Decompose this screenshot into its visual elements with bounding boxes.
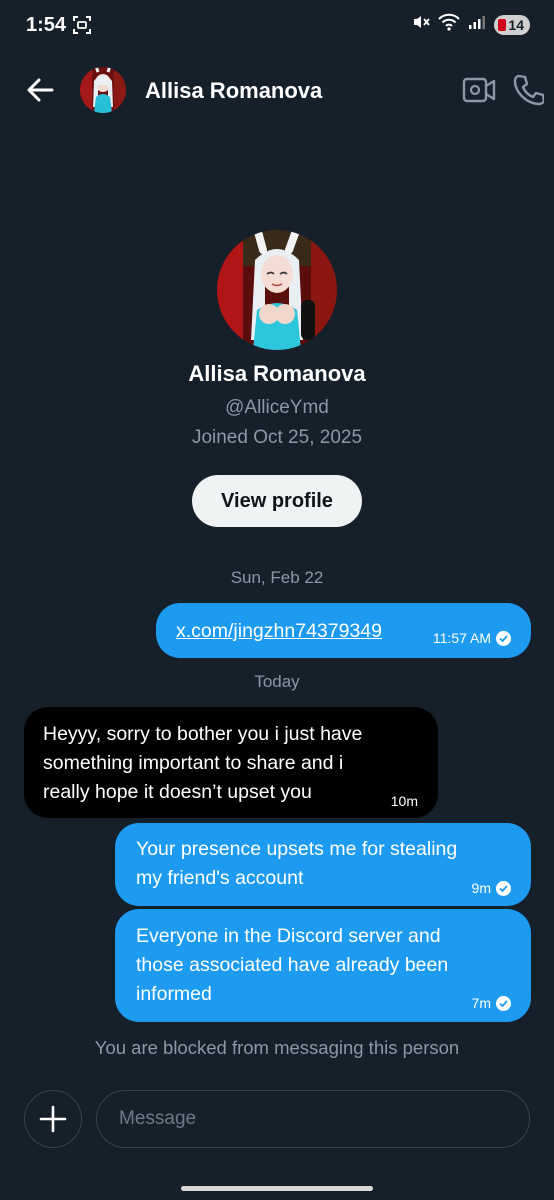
- profile-handle: @AlliceYmd: [225, 397, 329, 418]
- read-check-icon: [496, 881, 511, 896]
- battery-level: 14: [508, 16, 524, 33]
- message-text: Your presence upsets me for stealing my …: [136, 838, 458, 889]
- status-icons: 14: [412, 13, 530, 36]
- profile-avatar[interactable]: [217, 230, 337, 350]
- status-time: 1:54: [26, 14, 67, 36]
- battery-indicator: 14: [494, 14, 530, 35]
- message-text: Everyone in the Discord server and those…: [136, 925, 449, 1005]
- blocked-notice: You are blocked from messaging this pers…: [94, 1037, 460, 1058]
- message-bubble-outgoing[interactable]: Your presence upsets me for stealing my …: [115, 823, 531, 906]
- home-indicator[interactable]: [181, 1186, 373, 1191]
- date-separator-today: Today: [254, 672, 300, 691]
- signal-icon: [468, 14, 486, 35]
- message-bubble-outgoing[interactable]: Everyone in the Discord server and those…: [115, 909, 531, 1022]
- message-text: Heyyy, sorry to bother you i just have s…: [43, 723, 363, 803]
- plus-icon: [39, 1105, 67, 1133]
- battery-low-icon: [498, 18, 507, 31]
- screen-capture-icon: [72, 15, 92, 35]
- message-timestamp: 11:57 AM: [433, 624, 511, 653]
- back-arrow-icon[interactable]: [24, 74, 56, 106]
- profile-joined-date: Joined Oct 25, 2025: [191, 427, 363, 448]
- view-profile-button[interactable]: View profile: [192, 475, 362, 527]
- phone-call-icon[interactable]: [512, 73, 546, 107]
- status-bar: 1:54 14: [0, 0, 554, 52]
- read-check-icon: [496, 996, 511, 1011]
- message-timestamp: 9m: [472, 874, 511, 903]
- wifi-icon: [438, 13, 461, 36]
- conversation-header: Allisa Romanova: [0, 52, 554, 128]
- message-input[interactable]: [96, 1090, 530, 1148]
- message-link[interactable]: x.com/jingzhn74379349: [176, 617, 382, 646]
- mute-icon: [412, 13, 431, 36]
- message-timestamp: 7m: [472, 989, 511, 1018]
- date-separator-feb22: Sun, Feb 22: [230, 568, 324, 587]
- header-name: Allisa Romanova: [145, 78, 323, 103]
- add-attachment-button[interactable]: [24, 1090, 82, 1148]
- video-call-icon[interactable]: [462, 75, 496, 105]
- profile-name: Allisa Romanova: [188, 361, 366, 386]
- read-check-icon: [496, 631, 511, 646]
- message-bubble-outgoing-link[interactable]: x.com/jingzhn74379349 11:57 AM: [156, 603, 531, 658]
- header-avatar[interactable]: [80, 67, 126, 113]
- message-timestamp: 10m: [390, 793, 418, 809]
- message-bubble-incoming[interactable]: Heyyy, sorry to bother you i just have s…: [24, 707, 438, 818]
